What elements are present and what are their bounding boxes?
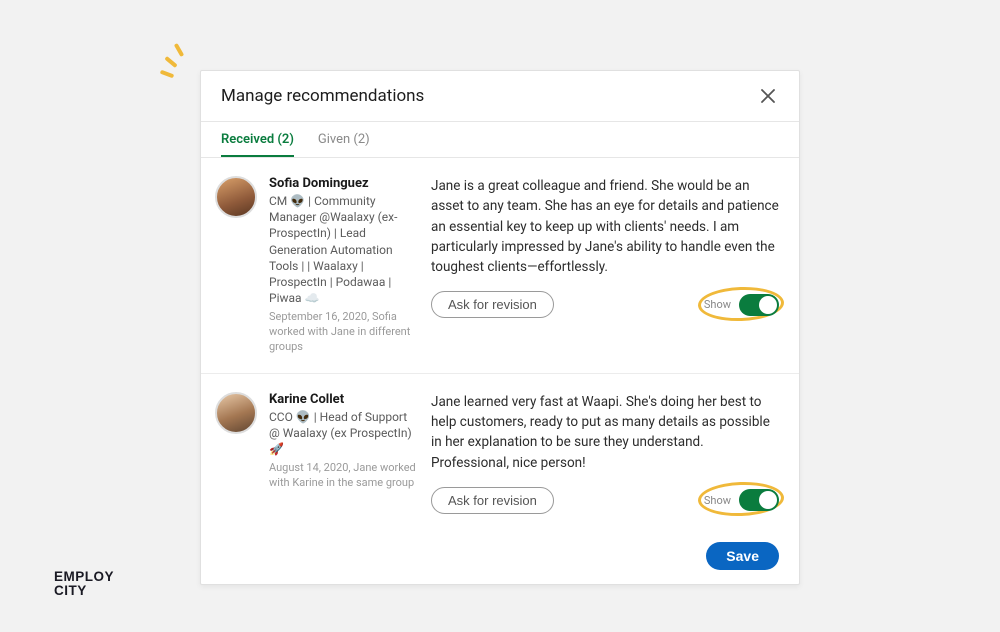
logo-line2: CITY	[54, 584, 114, 598]
avatar[interactable]	[215, 176, 257, 218]
close-icon[interactable]	[757, 85, 779, 107]
recommendation-item: Sofia Dominguez CM 👽 | Community Manager…	[201, 158, 799, 374]
toggle-label: Show	[704, 494, 731, 507]
tab-given[interactable]: Given (2)	[318, 122, 370, 157]
action-row: Ask for revision Show	[431, 291, 779, 318]
recommendation-content: Jane is a great colleague and friend. Sh…	[431, 176, 779, 355]
logo-line1: EMPLOY	[54, 570, 114, 584]
modal-footer: Save	[201, 532, 799, 584]
show-toggle-wrap: Show	[704, 489, 779, 511]
modal-header: Manage recommendations	[201, 71, 799, 122]
person-meta: September 16, 2020, Sofia worked with Ja…	[269, 310, 419, 355]
manage-recommendations-modal: Manage recommendations Received (2) Give…	[200, 70, 800, 585]
toggle-label: Show	[704, 298, 731, 311]
modal-body: Sofia Dominguez CM 👽 | Community Manager…	[201, 158, 799, 532]
person-description: CCO 👽 | Head of Support @ Waalaxy (ex Pr…	[269, 409, 419, 458]
action-row: Ask for revision Show	[431, 487, 779, 514]
person-info: Sofia Dominguez CM 👽 | Community Manager…	[269, 176, 419, 355]
show-toggle[interactable]	[739, 294, 779, 316]
avatar[interactable]	[215, 392, 257, 434]
tabs: Received (2) Given (2)	[201, 122, 799, 158]
recommendation-text: Jane learned very fast at Waapi. She's d…	[431, 392, 779, 473]
recommendation-content: Jane learned very fast at Waapi. She's d…	[431, 392, 779, 514]
show-toggle[interactable]	[739, 489, 779, 511]
person-name[interactable]: Karine Collet	[269, 392, 419, 407]
person-meta: August 14, 2020, Jane worked with Karine…	[269, 461, 419, 491]
tab-received[interactable]: Received (2)	[221, 122, 294, 157]
person-name[interactable]: Sofia Dominguez	[269, 176, 419, 191]
show-toggle-wrap: Show	[704, 294, 779, 316]
ask-revision-button[interactable]: Ask for revision	[431, 291, 554, 318]
employ-city-logo: EMPLOY CITY	[54, 570, 114, 598]
person-description: CM 👽 | Community Manager @Waalaxy (ex-Pr…	[269, 193, 419, 306]
recommendation-item: Karine Collet CCO 👽 | Head of Support @ …	[201, 374, 799, 532]
person-info: Karine Collet CCO 👽 | Head of Support @ …	[269, 392, 419, 514]
decorative-sparks	[150, 40, 190, 80]
modal-title: Manage recommendations	[221, 86, 424, 106]
recommendation-text: Jane is a great colleague and friend. Sh…	[431, 176, 779, 277]
save-button[interactable]: Save	[706, 542, 779, 570]
ask-revision-button[interactable]: Ask for revision	[431, 487, 554, 514]
